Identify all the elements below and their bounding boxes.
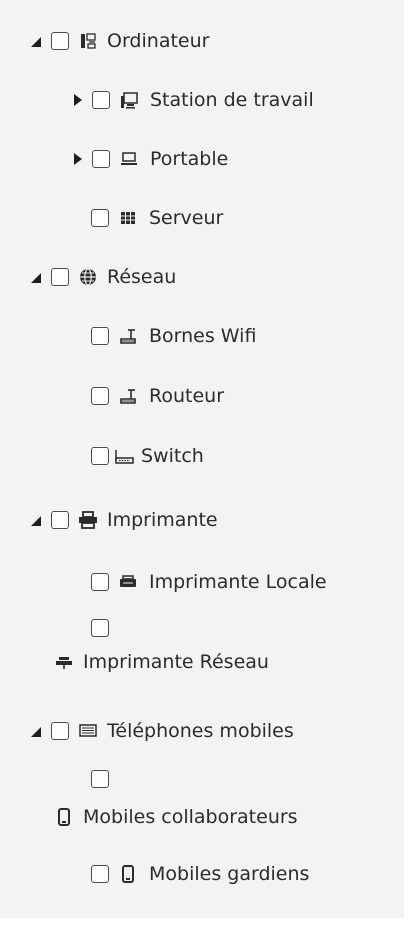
tree-node-label: Mobiles gardiens (149, 863, 310, 885)
tree-node-mobiles-collaborateurs[interactable]: Mobiles collaborateurs (53, 802, 298, 832)
tree-node-label: Routeur (149, 385, 225, 407)
laptop-icon (118, 148, 140, 170)
checkbox-ordinateur[interactable] (51, 32, 69, 50)
caret-expanded-icon[interactable] (31, 514, 43, 526)
checkbox-imprimante-reseau[interactable] (91, 619, 109, 637)
router-icon (117, 385, 139, 407)
switch-icon (113, 445, 135, 467)
tree-node-serveur[interactable]: Serveur (91, 203, 223, 233)
caret-collapsed-icon[interactable] (72, 94, 84, 106)
server-icon (117, 207, 139, 229)
tree-node-label: Réseau (107, 266, 177, 288)
caret-collapsed-icon[interactable] (72, 153, 84, 165)
tree-node-routeur[interactable]: Routeur (91, 381, 224, 411)
checkbox-serveur[interactable] (91, 209, 109, 227)
checkbox-station-de-travail[interactable] (92, 91, 110, 109)
tree-node-bornes-wifi[interactable]: Bornes Wifi (91, 321, 256, 351)
checkbox-imprimante[interactable] (51, 511, 69, 529)
tree-node-label: Imprimante Locale (149, 571, 327, 593)
tree-node-label: Mobiles collaborateurs (83, 806, 298, 828)
tree-node-switch[interactable]: Switch (91, 441, 204, 471)
tree-node-label: Portable (150, 148, 229, 170)
mobile-icon (53, 806, 75, 828)
device-tree-panel: Ordinateur Station de travail Portable S… (0, 0, 404, 918)
tree-node-imprimante-locale[interactable]: Imprimante Locale (91, 567, 327, 597)
checkbox-portable[interactable] (92, 150, 110, 168)
tree-node-mobiles-collaborateurs-checkbox-row[interactable] (91, 764, 109, 794)
printer-icon (77, 509, 99, 531)
checkbox-reseau[interactable] (51, 268, 69, 286)
tree-node-label: Imprimante (107, 509, 218, 531)
tree-node-label: Bornes Wifi (149, 325, 257, 347)
checkbox-mobiles-collaborateurs[interactable] (91, 770, 109, 788)
checkbox-bornes-wifi[interactable] (91, 327, 109, 345)
checkbox-switch[interactable] (91, 447, 109, 465)
tree-node-label: Serveur (149, 207, 224, 229)
tree-node-label: Imprimante Réseau (83, 651, 269, 673)
tree-node-label: Station de travail (150, 89, 314, 111)
network-printer-icon (53, 651, 75, 673)
tree-node-portable[interactable]: Portable (72, 144, 228, 174)
workstation-icon (118, 89, 140, 111)
checkbox-telephones-mobiles[interactable] (51, 722, 69, 740)
tree-node-label: Ordinateur (107, 30, 210, 52)
mobile-phones-icon (77, 720, 99, 742)
checkbox-routeur[interactable] (91, 387, 109, 405)
tree-node-imprimante-reseau[interactable]: Imprimante Réseau (53, 647, 269, 677)
caret-expanded-icon[interactable] (31, 35, 43, 47)
wifi-router-icon (117, 325, 139, 347)
tree-node-label: Switch (141, 445, 204, 467)
tree-node-telephones-mobiles[interactable]: Téléphones mobiles (31, 716, 294, 746)
tree-node-mobiles-gardiens[interactable]: Mobiles gardiens (91, 859, 309, 889)
caret-expanded-icon[interactable] (31, 271, 43, 283)
tree-node-station-de-travail[interactable]: Station de travail (72, 85, 314, 115)
tree-node-label: Téléphones mobiles (107, 720, 294, 742)
tree-node-imprimante[interactable]: Imprimante (31, 505, 218, 535)
globe-icon (77, 266, 99, 288)
local-printer-icon (117, 571, 139, 593)
tree-node-reseau[interactable]: Réseau (31, 262, 176, 292)
checkbox-imprimante-locale[interactable] (91, 573, 109, 591)
tree-node-ordinateur[interactable]: Ordinateur (31, 26, 209, 56)
caret-expanded-icon[interactable] (31, 725, 43, 737)
checkbox-mobiles-gardiens[interactable] (91, 865, 109, 883)
computer-icon (77, 30, 99, 52)
tree-node-imprimante-reseau-checkbox-row[interactable] (91, 613, 109, 643)
mobile-icon (117, 863, 139, 885)
